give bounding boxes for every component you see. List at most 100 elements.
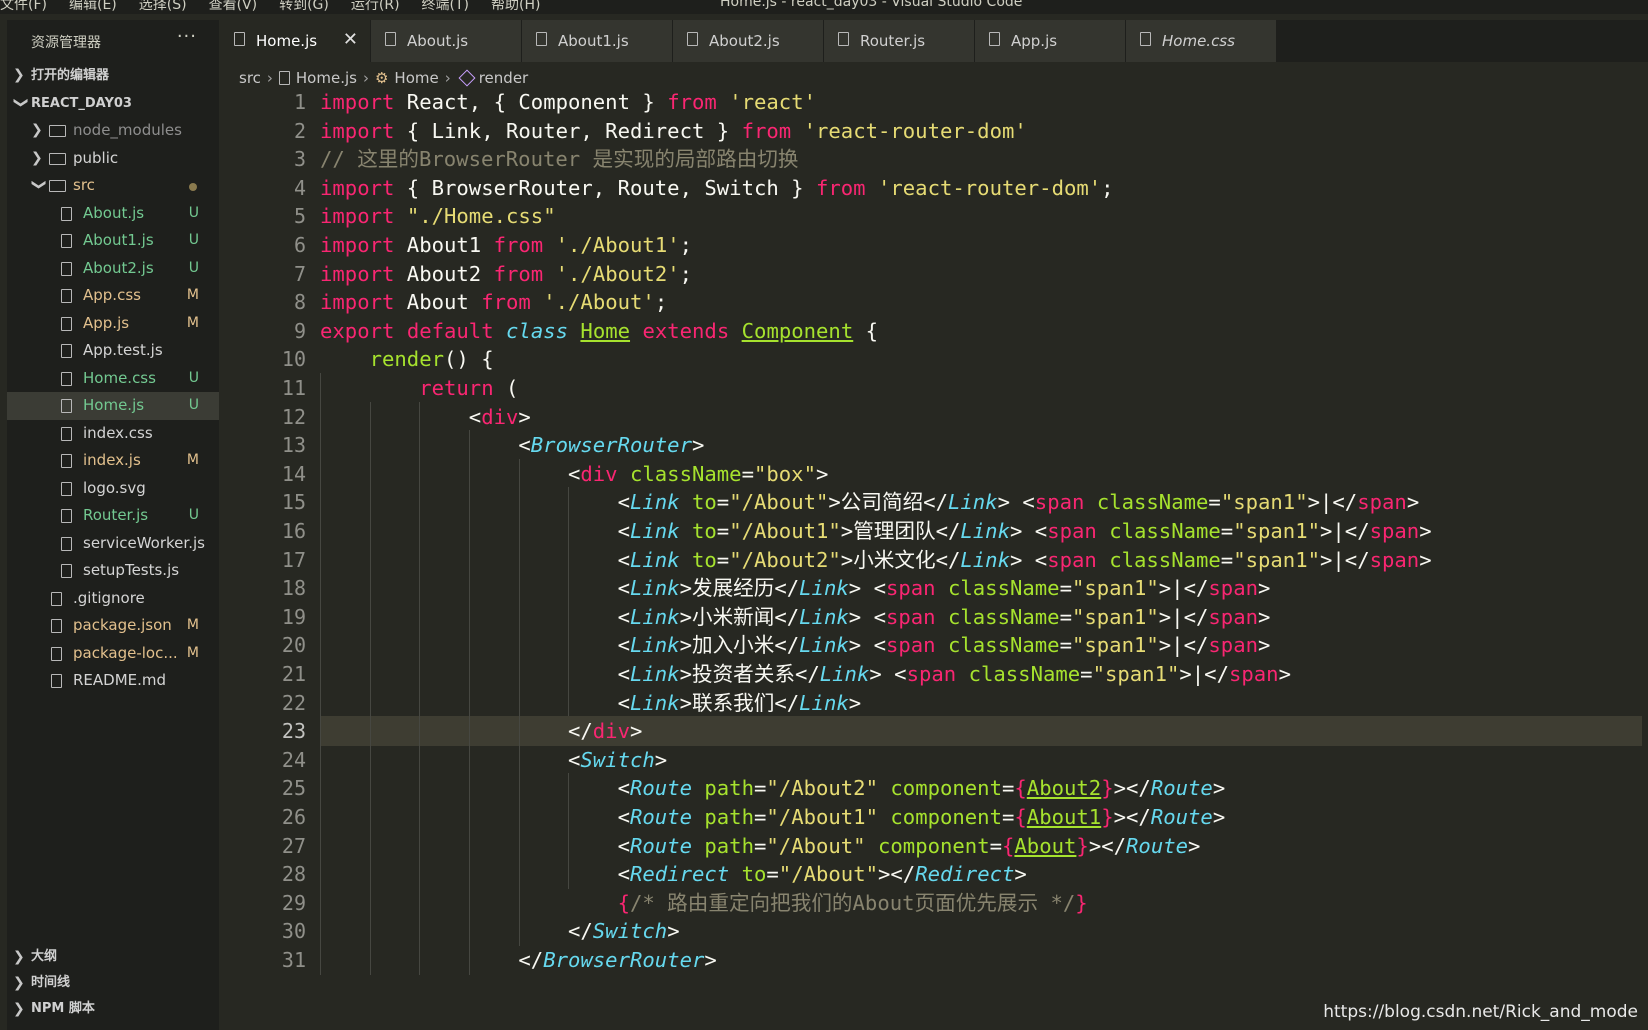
menu-item-3[interactable]: 查看(V) xyxy=(209,0,258,14)
tab-about1-js[interactable]: About1.js xyxy=(522,20,673,62)
tab-app-js[interactable]: App.js xyxy=(975,20,1126,62)
tree-item-home-js[interactable]: Home.js U xyxy=(7,392,219,420)
folder-icon xyxy=(49,180,66,192)
line-number: 29 xyxy=(281,890,306,915)
tree-item-label: index.css xyxy=(83,423,153,442)
tree-item-home-css[interactable]: Home.css U xyxy=(7,365,219,393)
menu-item-6[interactable]: 终端(T) xyxy=(422,0,469,14)
menu-item-2[interactable]: 选择(S) xyxy=(139,0,187,14)
explorer-sidebar: 资源管理器 ··· ❯ 打开的编辑器 ❯ REACT_DAY03 ❯ node_m… xyxy=(7,20,219,1030)
sidebar-section-1[interactable]: ❯ 时间线 xyxy=(7,970,219,996)
open-editors-section[interactable]: ❯ 打开的编辑器 xyxy=(7,62,219,90)
sidebar-section-label: NPM 脚本 xyxy=(31,1001,95,1016)
code-content: render() { xyxy=(320,344,494,374)
tree-item-serviceworker-js[interactable]: serviceWorker.js xyxy=(7,530,219,558)
code-token: return xyxy=(419,376,494,400)
code-token: BrowserRouter xyxy=(530,433,692,458)
menu-item-1[interactable]: 编辑(E) xyxy=(69,0,117,14)
tree-item-setuptests-js[interactable]: setupTests.js xyxy=(7,557,219,585)
code-token: = xyxy=(1001,776,1015,801)
code-token: > xyxy=(1278,662,1291,686)
explorer-header: 资源管理器 ··· xyxy=(7,20,219,62)
code-token: ></ xyxy=(1113,776,1151,801)
tree-item-readme-md[interactable]: README.md xyxy=(7,667,219,695)
code-line: 14 <div className="box"> xyxy=(220,458,1648,489)
tree-item-app-test-js[interactable]: App.test.js xyxy=(7,337,219,365)
tree-item-label: src xyxy=(73,176,95,194)
code-token: import xyxy=(320,290,395,315)
code-editor[interactable]: 1 import React, { Component } from 'react… xyxy=(220,92,1648,1030)
code-token: Link xyxy=(799,633,849,658)
menu-item-5[interactable]: 运行(R) xyxy=(351,0,400,14)
code-token: > xyxy=(1258,633,1271,658)
line-number: 31 xyxy=(281,948,306,972)
tree-item-package-loc[interactable]: package-loc... M xyxy=(7,640,219,668)
tab-home-js[interactable]: Home.js ✕ xyxy=(220,20,371,62)
tree-item-index-js[interactable]: index.js M xyxy=(7,447,219,475)
line-number: 4 xyxy=(293,175,306,200)
tree-item-gitignore[interactable]: .gitignore xyxy=(7,585,219,613)
line-number: 13 xyxy=(281,433,306,458)
code-token: > < xyxy=(997,490,1035,515)
code-line: 24 <Switch> xyxy=(220,744,1648,775)
git-status-badge: M xyxy=(186,287,199,303)
tree-item-about-js[interactable]: About.js U xyxy=(7,200,219,228)
code-token: import xyxy=(320,175,395,200)
code-token: import xyxy=(320,233,395,257)
code-content: import { BrowserRouter, Route, Switch } … xyxy=(320,173,1114,203)
code-token: = xyxy=(1001,805,1015,829)
code-line: 12 <div> xyxy=(220,401,1648,432)
code-token: = xyxy=(1059,576,1072,601)
code-token: = xyxy=(766,862,779,887)
code-token: from xyxy=(815,175,866,200)
code-line: 2 import { Link, Router, Redirect } from … xyxy=(220,116,1648,146)
tab-about-js[interactable]: About.js xyxy=(371,20,522,62)
menu-item-0[interactable]: 文件(F) xyxy=(0,0,47,14)
code-token: "span1" xyxy=(1071,633,1159,658)
tree-item-about1-js[interactable]: About1.js U xyxy=(7,227,219,255)
tab-about2-js[interactable]: About2.js xyxy=(673,20,824,62)
breadcrumb-item-class[interactable]: Home xyxy=(394,69,438,87)
tree-item-app-css[interactable]: App.css M xyxy=(7,282,219,310)
file-icon xyxy=(278,71,290,85)
breadcrumb-item-method[interactable]: render xyxy=(479,69,529,87)
code-content: <Link>发展经历</Link> <span className="span1… xyxy=(320,573,1271,603)
sidebar-section-0[interactable]: ❯ 大纲 xyxy=(7,944,219,970)
code-token: Link xyxy=(799,690,849,715)
code-token: Link xyxy=(947,490,998,515)
tree-item-package-json[interactable]: package.json M xyxy=(7,612,219,640)
tab-home-css[interactable]: Home.css xyxy=(1126,20,1277,62)
close-icon[interactable]: ✕ xyxy=(343,29,358,50)
code-token: } xyxy=(1101,805,1114,829)
tree-item-label: Router.js xyxy=(83,506,149,524)
menu-item-7[interactable]: 帮助(H) xyxy=(491,0,540,14)
tree-item-public[interactable]: ❯ public xyxy=(7,145,219,173)
project-section[interactable]: ❯ REACT_DAY03 xyxy=(7,90,219,118)
git-status-badge: U xyxy=(188,507,199,523)
tree-item-index-css[interactable]: index.css xyxy=(7,420,219,448)
tree-item-src[interactable]: ❯ src xyxy=(7,172,219,200)
tab-label: About2.js xyxy=(709,32,780,50)
tree-item-app-js[interactable]: App.js M xyxy=(7,310,219,338)
tab-router-js[interactable]: Router.js xyxy=(824,20,975,62)
tree-item-node-modules[interactable]: ❯ node_modules xyxy=(7,117,219,145)
breadcrumb-item-src[interactable]: src xyxy=(239,69,261,87)
tree-item-label: .gitignore xyxy=(73,588,145,607)
code-token: "/About" xyxy=(766,833,866,858)
tree-item-router-js[interactable]: Router.js U xyxy=(7,502,219,530)
menu-item-4[interactable]: 转到(G) xyxy=(279,0,329,14)
sidebar-section-2[interactable]: ❯ NPM 脚本 xyxy=(7,996,219,1022)
code-content: <Link to="/About2">小米文化</Link> <span cla… xyxy=(320,545,1432,575)
tree-item-about2-js[interactable]: About2.js U xyxy=(7,255,219,283)
tree-item-logo-svg[interactable]: logo.svg xyxy=(7,475,219,503)
breadcrumb-item-file[interactable]: Home.js xyxy=(296,69,357,87)
git-status-badge: U xyxy=(188,259,199,276)
code-token: span xyxy=(885,604,936,629)
code-token: "/About" xyxy=(729,490,829,515)
more-actions-icon[interactable]: ··· xyxy=(177,26,197,47)
code-token: > xyxy=(1212,776,1226,801)
